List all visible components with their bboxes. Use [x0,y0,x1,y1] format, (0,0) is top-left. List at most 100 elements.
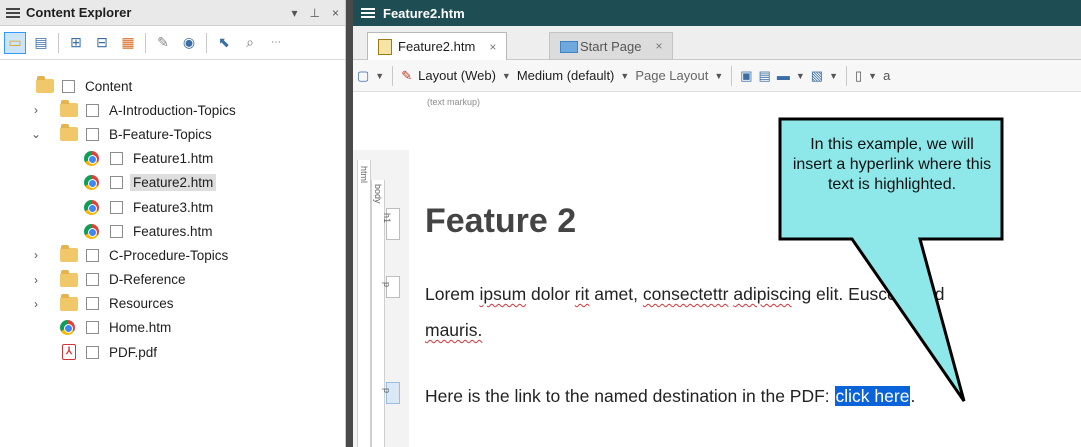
item-checkbox[interactable] [62,79,75,93]
close-icon[interactable]: × [655,39,662,53]
panel-splitter[interactable] [346,0,353,447]
collapse-all-icon[interactable]: ⊟ [91,32,113,54]
tab-feature2[interactable]: Feature2.htm × [367,32,508,60]
expand-all-icon[interactable]: ⊞ [65,32,87,54]
paragraph-lorem-line2[interactable]: mauris. [425,320,482,341]
view-icon[interactable]: ▢ [357,68,369,84]
item-checkbox[interactable] [86,127,99,141]
menu-icon[interactable] [6,7,20,18]
heading-feature-2[interactable]: Feature 2 [425,202,576,241]
item-checkbox[interactable] [86,248,99,262]
tree-item-label: Feature2.htm [130,174,217,192]
chevron-down-icon[interactable]: ▼ [502,71,511,81]
font-icon[interactable]: a [883,68,890,83]
tab-strip: Feature2.htm × Start Page × [353,26,1081,60]
close-icon[interactable]: × [332,6,339,20]
close-icon[interactable]: × [489,40,496,54]
tab-start-page[interactable]: Start Page × [549,32,674,60]
image-icon[interactable]: ▧ [811,68,823,84]
item-checkbox[interactable] [86,345,99,359]
chevron-down-icon[interactable]: ▼ [620,71,629,81]
item-checkbox[interactable] [86,297,99,311]
chrome-file-icon [60,320,75,336]
explorer-toolbar: ▭ ▤ ⊞ ⊟ ▦ ✎ ◉ ⬉ ⌕ ⋯ [0,26,345,60]
tree-item[interactable]: › C-Procedure-Topics [0,243,345,267]
open-icon[interactable]: ⬉ [213,32,235,54]
p-structure-marker-selected[interactable]: p [382,382,400,404]
find-icon[interactable]: ⌕ [239,32,261,54]
chrome-file-icon [84,223,99,239]
folder-icon [60,124,78,142]
structure-bar: html body h1 p p [353,150,409,447]
overflow-icon[interactable]: ⋯ [265,32,287,54]
tree-item[interactable]: Content [0,74,345,98]
item-checkbox[interactable] [86,273,99,287]
link-icon[interactable]: ▤ [759,68,771,84]
dropdown-icon[interactable]: ▾ [292,6,298,20]
chevron-down-icon[interactable]: ▼ [796,71,805,81]
tree-item[interactable]: Feature1.htm [0,147,345,171]
h1-structure-marker[interactable]: h1 [382,208,400,240]
item-checkbox[interactable] [86,103,99,117]
chevron-right-icon[interactable]: › [30,297,42,311]
menu-icon[interactable] [361,8,375,18]
item-checkbox[interactable] [110,200,123,214]
folder-view-icon[interactable]: ▭ [4,31,26,54]
html-structure-column[interactable]: html [357,160,371,447]
tree-item-label: Home.htm [109,320,172,336]
chevron-down-icon[interactable]: ▼ [714,71,723,81]
chevron-down-icon[interactable]: ▼ [375,71,384,81]
tree-item[interactable]: › D-Reference [0,268,345,292]
tree-item[interactable]: ⌄ B-Feature-Topics [0,122,345,146]
tag-icon[interactable]: ✎ [152,32,174,54]
document-title: Feature2.htm [383,5,465,21]
layout-icon[interactable]: ✎ [401,68,412,84]
misspelled-word: consectettr [642,284,729,304]
folder-icon [60,293,78,311]
pdf-file-icon: ⅄ [62,344,76,361]
text-run: Here is the link to the named destinatio… [425,386,835,406]
item-checkbox[interactable] [110,152,123,166]
chevron-right-icon[interactable]: › [30,273,42,287]
tree-item[interactable]: › A-Introduction-Topics [0,98,345,122]
folder-icon [36,76,54,94]
p-structure-marker[interactable]: p [382,276,400,298]
item-checkbox[interactable] [110,224,123,238]
sync-icon[interactable]: ◉ [178,32,200,54]
preview-icon[interactable]: ▣ [740,68,752,84]
chrome-file-icon [84,175,99,191]
pin-icon[interactable]: ⊥ [310,6,320,20]
style-icon[interactable]: ▬ [777,68,790,83]
tree-item[interactable]: Feature2.htm [0,171,345,195]
tree-item[interactable]: › Resources [0,292,345,316]
tree-item-label: Resources [109,296,174,312]
folder-icon [60,245,78,263]
tree-item-label: D-Reference [109,272,186,288]
medium-dropdown[interactable]: Medium (default) [517,68,615,83]
page-layout-dropdown[interactable]: Page Layout [635,68,708,83]
chevron-down-icon[interactable]: ▼ [829,71,838,81]
toolbar-separator [845,65,847,86]
tree-item[interactable]: Features.htm [0,219,345,243]
chevron-down-icon[interactable]: ▼ [868,71,877,81]
list-view-icon[interactable]: ▤ [30,32,52,54]
tree-item[interactable]: Feature3.htm [0,195,345,219]
tree-item[interactable]: Home.htm [0,316,345,340]
item-checkbox[interactable] [110,176,123,190]
folder-icon [60,100,78,118]
tree-item-label: Content [85,78,133,94]
chevron-right-icon[interactable]: › [30,103,42,117]
chevron-right-icon[interactable]: › [30,248,42,262]
htm-file-icon [378,39,392,55]
item-checkbox[interactable] [86,321,99,335]
start-page-icon [560,41,578,53]
tree-item[interactable]: ⅄ PDF.pdf [0,340,345,364]
tree-item-label: PDF.pdf [109,344,158,360]
text-icon[interactable]: ▯ [855,68,862,84]
grid-icon[interactable]: ▦ [117,32,139,54]
layout-dropdown[interactable]: Layout (Web) [418,68,496,83]
tree-item-label: Feature1.htm [133,151,214,167]
chevron-down-icon[interactable]: ⌄ [30,127,42,141]
tab-label: Start Page [580,38,642,54]
explorer-title: Content Explorer [26,5,132,20]
